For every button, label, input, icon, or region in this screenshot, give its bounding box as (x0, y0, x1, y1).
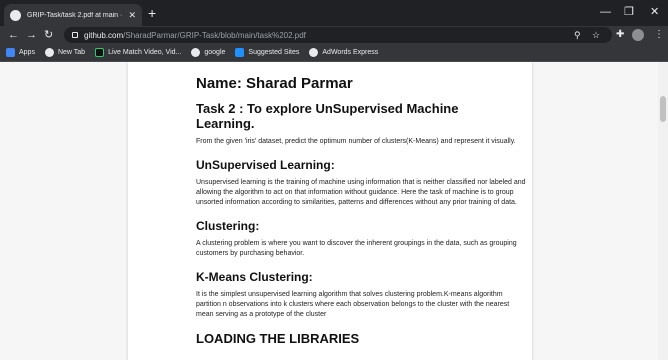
name-heading: Name: Sharad Parmar (196, 75, 353, 92)
bookmark-label: New Tab (57, 49, 86, 56)
menu-icon[interactable]: ⋮ (654, 28, 664, 42)
lock-icon (72, 32, 78, 38)
tab-title: GRIP-Task/task 2.pdf at main · Shara (27, 11, 124, 19)
zoom-icon[interactable]: ⚲ (574, 28, 581, 42)
bookmark-new-tab[interactable]: New Tab (44, 48, 86, 57)
globe-icon (191, 48, 201, 57)
section-heading-unsupervised: UnSupervised Learning: (196, 158, 335, 172)
title-bar: GRIP-Task/task 2.pdf at main · Shara ✕ +… (0, 0, 668, 26)
bing-icon (235, 48, 245, 57)
back-button[interactable]: ← (8, 27, 19, 43)
section-text-kmeans: It is the simplest unsupervised learning… (196, 291, 510, 318)
bookmark-suggested-sites[interactable]: Suggested Sites (235, 48, 299, 57)
scrollbar-thumb[interactable] (660, 96, 666, 122)
address-bar[interactable]: github.com/SharadParmar/GRIP-Task/blob/m… (64, 27, 612, 43)
task-heading: Task 2 : To explore UnSupervised Machine… (196, 101, 459, 131)
section-text-clustering: A clustering problem is where you want t… (196, 240, 517, 257)
live-match-icon (95, 48, 105, 57)
profile-avatar[interactable] (632, 29, 644, 41)
restore-button[interactable]: ❐ (624, 5, 634, 19)
section-text-unsupervised: Unsupervised learning is the training of… (196, 179, 526, 206)
forward-button[interactable]: → (26, 27, 37, 43)
reload-button[interactable]: ↻ (44, 27, 53, 43)
apps-grid-icon (6, 48, 15, 57)
pdf-viewport[interactable]: Name: Sharad Parmar Task 2 : To explore … (0, 62, 658, 360)
extensions-icon[interactable]: ✚ (616, 28, 624, 42)
section-heading-libraries: LOADING THE LIBRARIES (196, 331, 360, 346)
toolbar: ← → ↻ github.com/SharadParmar/GRIP-Task/… (0, 26, 668, 44)
url-host: github.com (84, 30, 124, 40)
bookmark-label: Apps (19, 49, 35, 56)
bookmark-google[interactable]: google (191, 48, 225, 57)
close-window-button[interactable]: ✕ (650, 5, 659, 19)
bookmark-label: AdWords Express (322, 49, 379, 56)
globe-icon (44, 48, 54, 57)
section-heading-clustering: Clustering: (196, 219, 260, 233)
url-path: /SharadParmar/GRIP-Task/blob/main/task%2… (123, 30, 306, 40)
section-heading-kmeans: K-Means Clustering: (196, 270, 313, 284)
browser-tab[interactable]: GRIP-Task/task 2.pdf at main · Shara ✕ (4, 4, 142, 26)
bookmark-star-icon[interactable]: ☆ (592, 28, 600, 42)
bookmark-label: Suggested Sites (248, 49, 300, 56)
bookmarks-bar: Apps New Tab Live Match Video, Vid... go… (0, 44, 668, 62)
bookmark-label: Live Match Video, Vid... (108, 49, 182, 56)
bookmark-adwords[interactable]: AdWords Express (309, 48, 378, 57)
new-tab-button[interactable]: + (148, 5, 156, 21)
task-description: From the given 'iris' dataset, predict t… (196, 138, 516, 145)
google-icon (309, 48, 319, 57)
bookmark-label: google (204, 49, 226, 56)
pdf-page: Name: Sharad Parmar Task 2 : To explore … (128, 62, 532, 360)
github-icon (10, 9, 21, 21)
url-text: github.com/SharadParmar/GRIP-Task/blob/m… (84, 31, 306, 40)
bookmark-apps[interactable]: Apps (6, 48, 35, 57)
bookmark-live-match[interactable]: Live Match Video, Vid... (95, 48, 181, 57)
minimize-button[interactable]: — (600, 5, 611, 19)
tab-close-icon[interactable]: ✕ (128, 10, 136, 20)
